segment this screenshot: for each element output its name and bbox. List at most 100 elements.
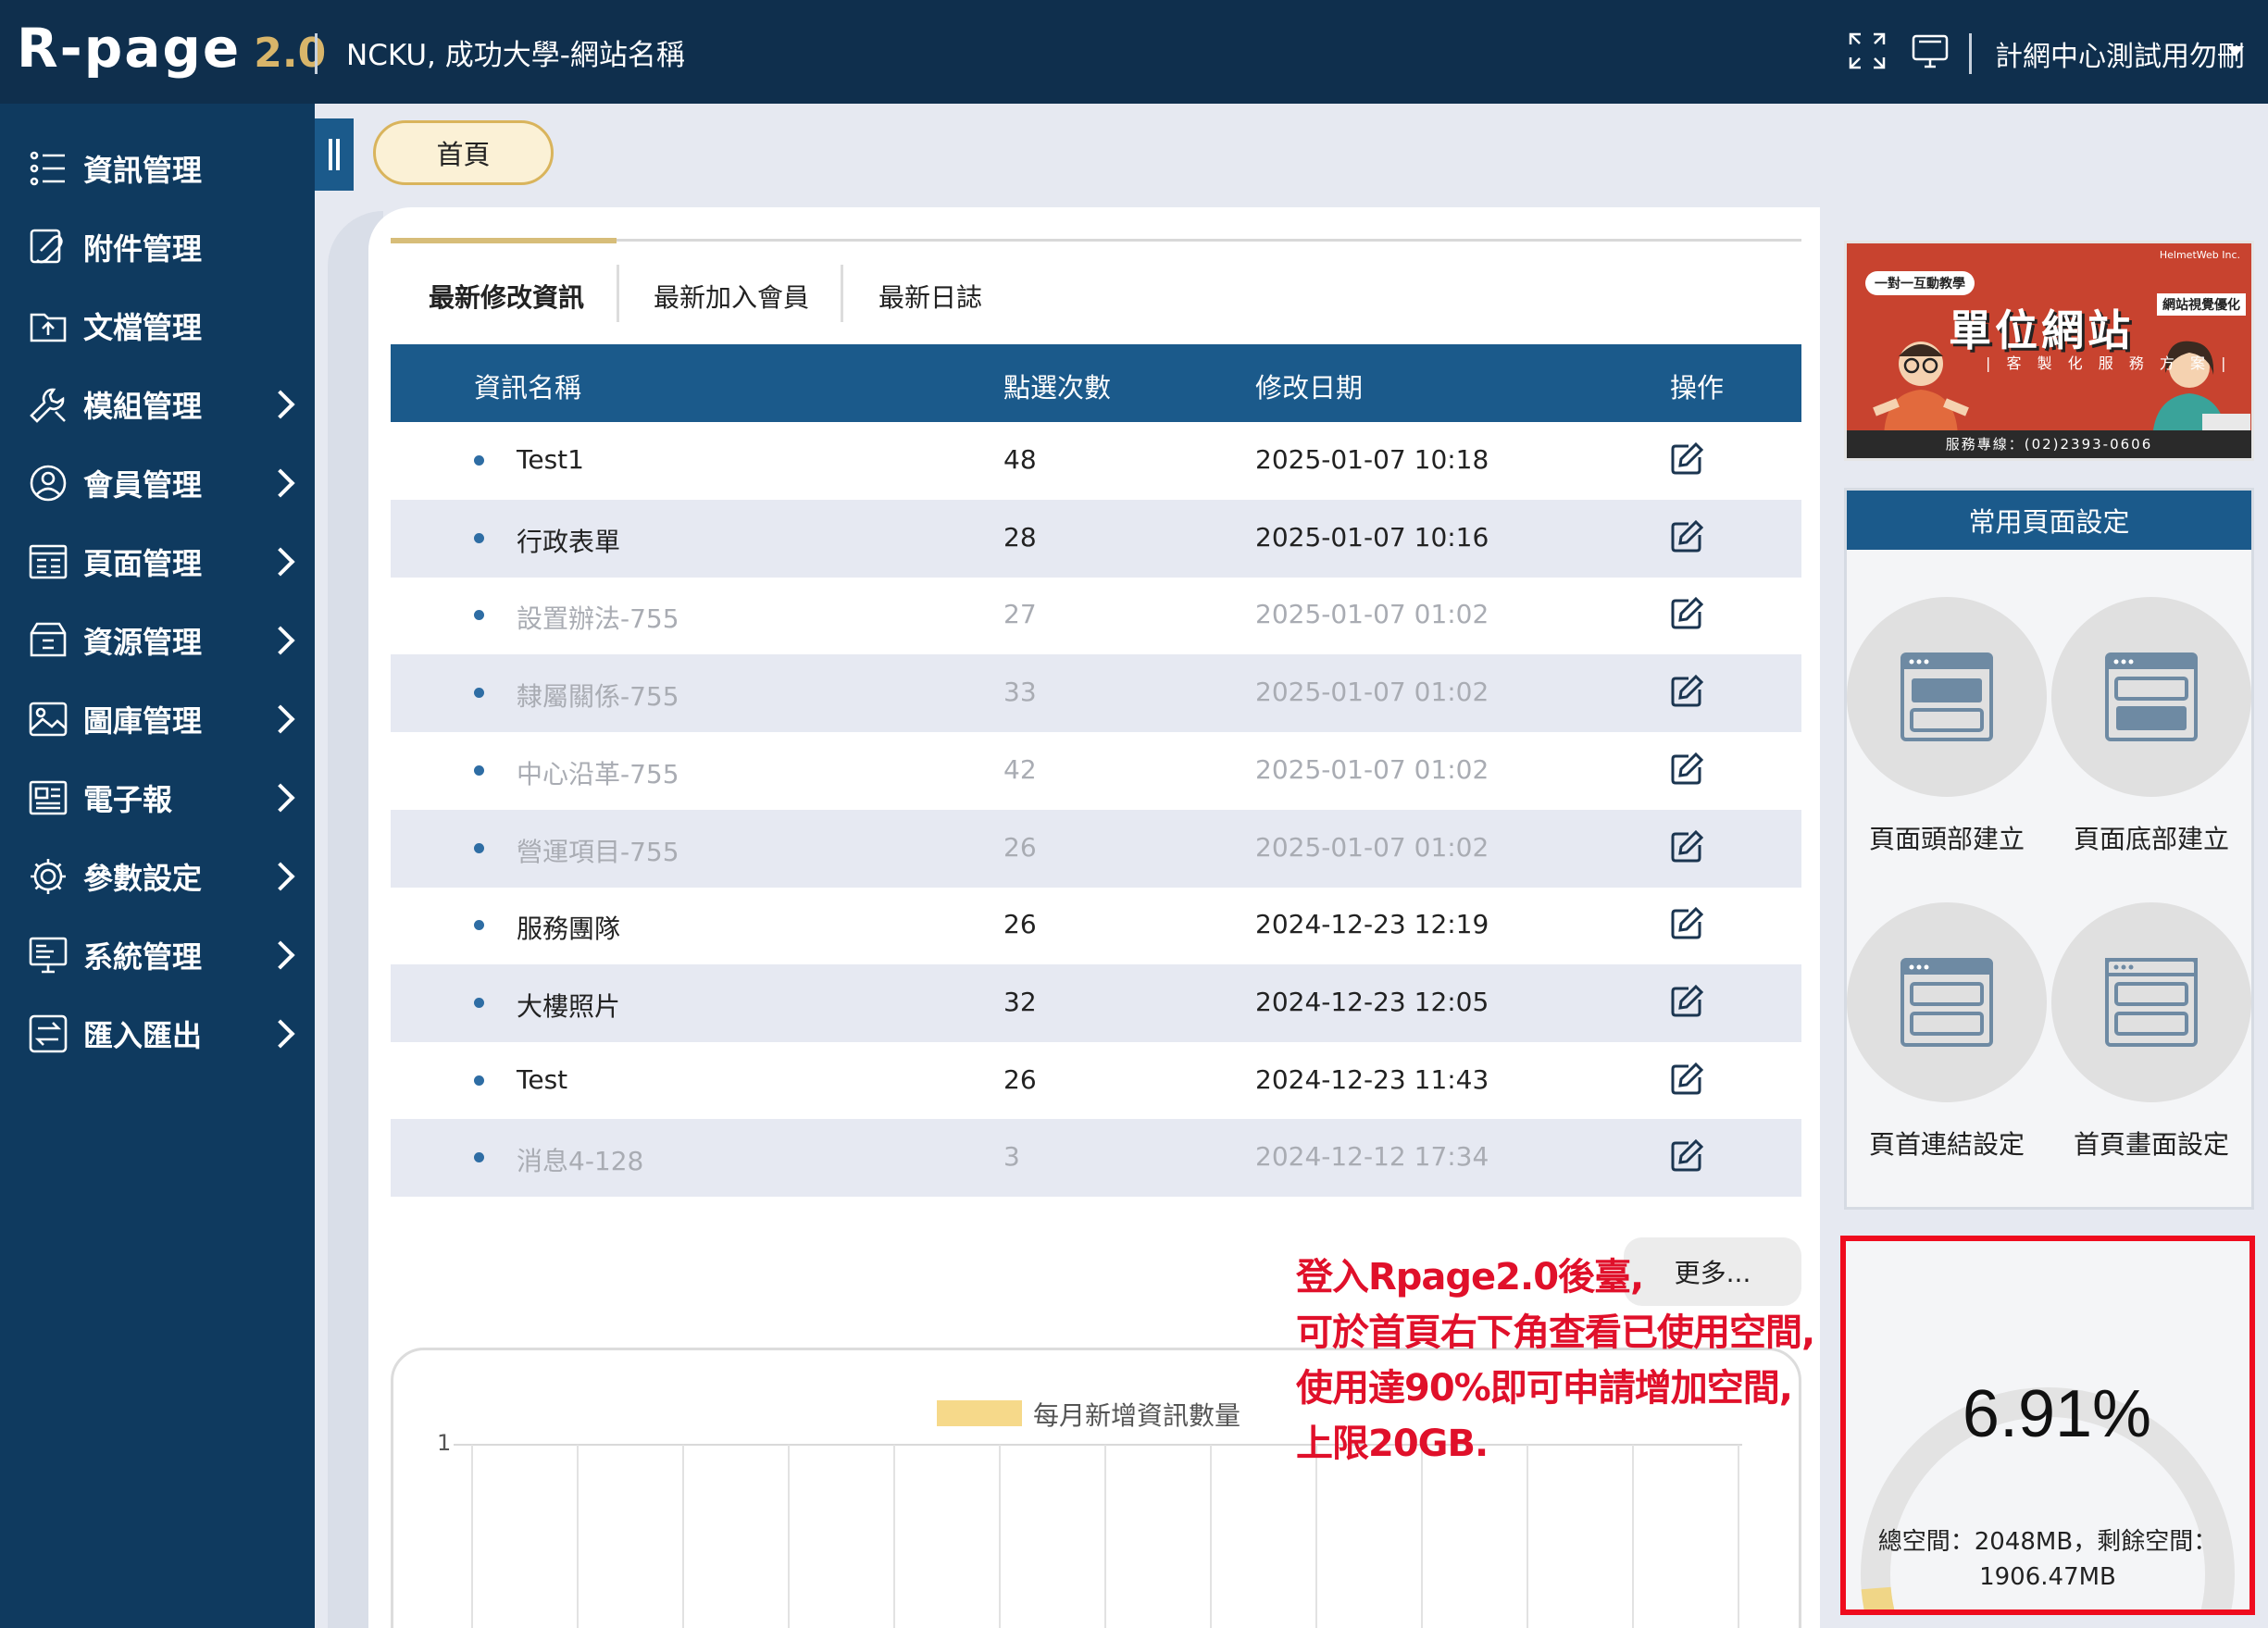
edit-icon[interactable]: [1668, 1137, 1705, 1174]
banner-brand: HelmetWeb Inc.: [2159, 249, 2240, 261]
rpage-logo[interactable]: R-page 2.0: [17, 17, 326, 81]
header-divider: [1969, 33, 1972, 74]
sidebar-item[interactable]: 文檔管理: [0, 287, 315, 365]
tile-page-header[interactable]: 頁面頭部建立: [1847, 597, 2047, 856]
promo-banner[interactable]: 一對一互動教學 HelmetWeb Inc. 單位網站 網站視覺優化 | 客 製…: [1844, 241, 2254, 461]
sidebar-item-label: 匯入匯出: [83, 1018, 203, 1053]
table-row[interactable]: 消息4-128 3 2024-12-12 17:34: [391, 1119, 1801, 1198]
sidebar-item[interactable]: 電子報: [0, 759, 315, 837]
cell-name[interactable]: 中心沿革-755: [517, 754, 679, 791]
cell-date: 2024-12-23 12:19: [1255, 909, 1489, 940]
sidebar-item[interactable]: 圖庫管理: [0, 680, 315, 758]
chart-y-tick: 1: [437, 1430, 452, 1456]
logo-text: R-page: [17, 17, 242, 80]
sidebar-item-label: 模組管理: [83, 389, 203, 424]
list-icon: [30, 151, 65, 186]
edit-icon[interactable]: [1668, 905, 1705, 942]
table-row[interactable]: Test1 48 2025-01-07 10:18: [391, 422, 1801, 500]
tab-active-indicator: [391, 238, 617, 243]
sidebar-item[interactable]: 資訊管理: [0, 130, 315, 207]
breadcrumb-home[interactable]: 首頁: [373, 120, 554, 185]
sidebar-item[interactable]: 附件管理: [0, 208, 315, 286]
column-header-name[interactable]: 資訊名稱: [474, 367, 581, 405]
cell-name[interactable]: 消息4-128: [517, 1141, 643, 1178]
cell-name[interactable]: 設置辦法-755: [517, 599, 679, 636]
cell-clicks: 26: [1003, 831, 1037, 863]
caret-down-icon[interactable]: [2227, 46, 2244, 56]
cell-clicks: 28: [1003, 521, 1037, 553]
cell-name[interactable]: 營運項目-755: [517, 832, 679, 869]
tile-page-footer[interactable]: 頁面底部建立: [2051, 597, 2251, 856]
edit-icon[interactable]: [1668, 673, 1705, 710]
cell-name[interactable]: Test: [517, 1064, 567, 1095]
sidebar-item[interactable]: 頁面管理: [0, 523, 315, 601]
edit-icon[interactable]: [1668, 595, 1705, 632]
edit-icon[interactable]: [1668, 441, 1705, 478]
column-header-clicks[interactable]: 點選次數: [1003, 367, 1111, 405]
edit-icon[interactable]: [1668, 828, 1705, 865]
cell-name[interactable]: 大樓照片: [517, 987, 620, 1024]
storage-usage-info: 總空間：2048MB，剩餘空間： 1906.47MB: [1846, 1524, 2249, 1595]
annotation-line: 上限20GB.: [1296, 1423, 1489, 1465]
sidebar-item[interactable]: 系統管理: [0, 916, 315, 994]
tile-label: 首頁畫面設定: [2073, 1129, 2229, 1160]
gear-icon: [31, 859, 66, 894]
sidebar-item-label: 資源管理: [83, 625, 203, 660]
bullet-icon: [474, 1152, 484, 1163]
table-row[interactable]: 行政表單 28 2025-01-07 10:16: [391, 499, 1801, 578]
edit-icon[interactable]: [1668, 983, 1705, 1020]
bullet-icon: [474, 764, 484, 776]
table-row[interactable]: Test 26 2024-12-23 11:43: [391, 1042, 1801, 1120]
banner-badge: 一對一互動教學: [1865, 271, 1975, 295]
table-row[interactable]: 中心沿革-755 42 2025-01-07 01:02: [391, 732, 1801, 810]
newsletter-icon: [29, 780, 68, 815]
sidebar-item[interactable]: 匯入匯出: [0, 995, 315, 1073]
banner-subtitle: | 客 製 化 服 務 方 案 |: [1986, 354, 2232, 372]
table-row[interactable]: 服務團隊 26 2024-12-23 12:19: [391, 887, 1801, 964]
page-layout-icon: [29, 544, 68, 579]
table-row[interactable]: 隸屬關係-755 33 2025-01-07 01:02: [391, 654, 1801, 733]
cell-clicks: 3: [1003, 1141, 1020, 1173]
tab-divider: [841, 265, 843, 322]
sidebar-item-label: 系統管理: [83, 939, 203, 975]
chart-legend-label[interactable]: 每月新增資訊數量: [1033, 1396, 1240, 1433]
cell-date: 2025-01-07 01:02: [1255, 599, 1489, 630]
sidebar-item[interactable]: 模組管理: [0, 366, 315, 443]
page-header-icon: [1847, 597, 2047, 797]
table-row[interactable]: 營運項目-755 26 2025-01-07 01:02: [391, 809, 1801, 888]
chart-legend-swatch[interactable]: [937, 1400, 1022, 1426]
table-row[interactable]: 設置辦法-755 27 2025-01-07 01:02: [391, 577, 1801, 654]
bullet-icon: [474, 842, 484, 853]
tile-header-links[interactable]: 頁首連結設定: [1847, 902, 2047, 1162]
bullet-icon: [474, 920, 484, 931]
cell-name[interactable]: Test1: [517, 444, 584, 475]
cell-name[interactable]: 隸屬關係-755: [517, 677, 679, 714]
cell-date: 2025-01-07 01:02: [1255, 677, 1489, 708]
cell-date: 2024-12-23 11:43: [1255, 1063, 1489, 1095]
tile-homepage-layout[interactable]: 首頁畫面設定: [2051, 902, 2251, 1162]
common-settings-panel: 常用頁面設定 頁面頭部建立 頁面底部建立 頁首連結設定 首頁畫面設定: [1844, 488, 2254, 1210]
monitor-icon[interactable]: [1911, 31, 1950, 70]
table-row[interactable]: 大樓照片 32 2024-12-23 12:05: [391, 963, 1801, 1042]
bullet-icon: [474, 532, 484, 543]
edit-icon[interactable]: [1668, 1061, 1705, 1098]
user-menu[interactable]: 計網中心測試用勿刪: [1995, 33, 2245, 74]
edit-icon[interactable]: [1668, 518, 1705, 555]
tab-latest-modified[interactable]: 最新修改資訊: [429, 278, 584, 315]
sidebar-item[interactable]: 資源管理: [0, 602, 315, 679]
storage-total-text: 總空間：2048MB，剩餘空間：: [1877, 1528, 2218, 1556]
tab-latest-logs[interactable]: 最新日誌: [879, 278, 982, 315]
column-header-date[interactable]: 修改日期: [1255, 367, 1363, 405]
sidebar-item[interactable]: 參數設定: [0, 838, 315, 915]
edit-icon[interactable]: [1668, 751, 1705, 788]
cell-name[interactable]: 行政表單: [517, 522, 620, 559]
chevron-right-icon: [266, 783, 295, 813]
fullscreen-icon[interactable]: [1848, 31, 1887, 70]
sidebar-toggle-button[interactable]: [315, 118, 354, 191]
bullet-icon: [474, 455, 484, 466]
cell-name[interactable]: 服務團隊: [517, 909, 620, 946]
sidebar-item[interactable]: 會員管理: [0, 444, 315, 522]
tab-latest-members[interactable]: 最新加入會員: [654, 278, 809, 315]
bullet-icon: [474, 997, 484, 1008]
annotation-line: 使用達90%即可申請增加空間,: [1296, 1367, 1793, 1410]
